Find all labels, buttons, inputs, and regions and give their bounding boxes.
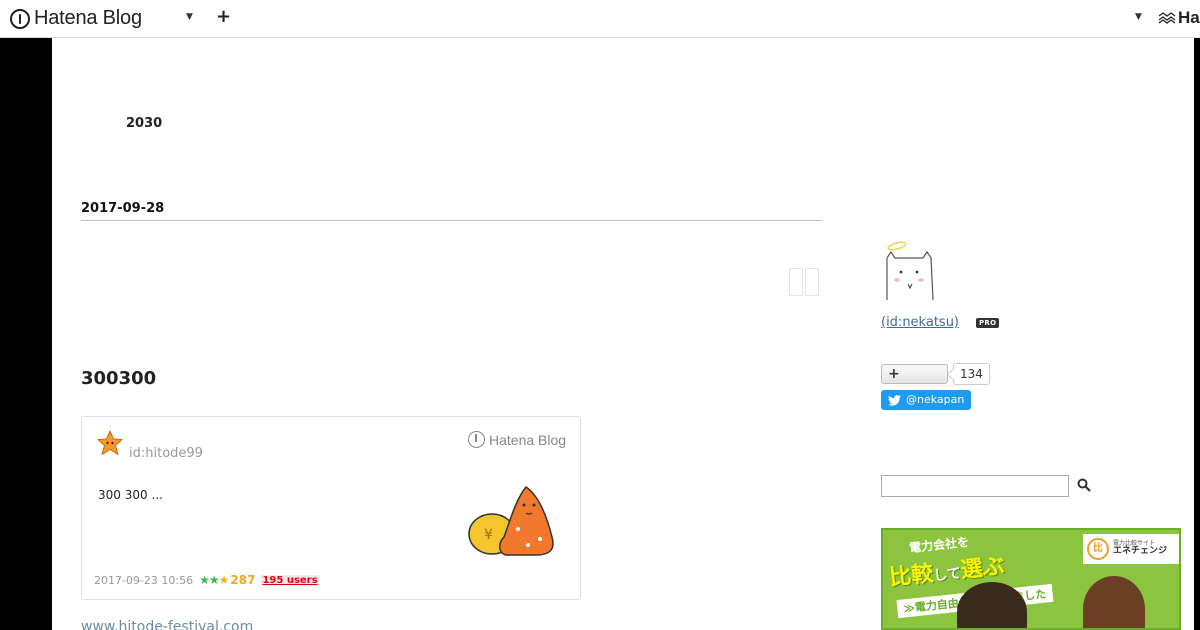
plus-icon[interactable]: +	[216, 6, 231, 27]
pro-badge: PRO	[976, 318, 1000, 328]
ad-person-image	[1083, 576, 1145, 628]
embed-hatena-brand[interactable]: Hatena Blog	[468, 431, 566, 448]
follow-button[interactable]: +	[881, 364, 948, 384]
twitter-handle: @nekapan	[906, 393, 965, 406]
embed-timestamp: 2017-09-23 10:56	[94, 573, 194, 587]
embedded-blog-card[interactable]: id:hitode99 Hatena Blog 300 300 ... ¥ 20…	[81, 416, 581, 600]
layers-icon	[1158, 12, 1176, 24]
hatena-blog-logo[interactable]: Hatena Blog	[10, 7, 142, 30]
menu-chevron-down-icon[interactable]: ▼	[186, 12, 193, 22]
star-icons[interactable]: ★★★	[199, 573, 229, 587]
share-placeholder	[789, 268, 819, 296]
hatena-menu-label: Ha	[1178, 8, 1200, 27]
brand-name: Hatena Blog	[34, 7, 142, 29]
star-count[interactable]: 287	[230, 573, 255, 587]
hitode-money-bag-illustration: ¥	[468, 486, 554, 556]
blog-title[interactable]: 2030	[126, 116, 162, 131]
entry-title[interactable]: 300300	[81, 368, 156, 389]
ad-logo-name: エネチェンジ	[1113, 546, 1168, 557]
embed-excerpt: 300 300 ...	[98, 488, 163, 502]
twitter-follow-button[interactable]: @nekapan	[881, 390, 972, 410]
profile-id-link[interactable]: (id:nekatsu)	[881, 315, 959, 330]
follower-count: 134	[953, 363, 990, 385]
enechange-logo-icon: 比	[1087, 538, 1109, 560]
ad-logo: 比 電力比較サイト エネチェンジ	[1083, 534, 1179, 564]
search-input[interactable]	[881, 475, 1069, 497]
search-button[interactable]	[1076, 478, 1092, 494]
user-menu-chevron-down-icon[interactable]: ▼	[1135, 12, 1142, 22]
svg-text:¥: ¥	[484, 527, 493, 543]
plus-icon: +	[888, 366, 900, 382]
embed-footer: 2017-09-23 10:56 ★★★ 287 195 users	[94, 573, 319, 587]
source-link[interactable]: www.hitode-festival.com	[81, 619, 253, 630]
profile-avatar-icon[interactable]	[881, 238, 939, 302]
global-header: Hatena Blog ▼ + ▼ Ha	[0, 0, 1200, 38]
starfish-avatar-icon	[97, 430, 123, 455]
embed-brand-name: Hatena Blog	[489, 431, 567, 448]
search-icon	[1077, 478, 1091, 492]
blog-page: 2030 2017-09-28 300300 id:hitode99 Haten…	[52, 38, 1194, 630]
hatena-logo-icon	[468, 431, 485, 448]
hatena-logo-icon	[10, 8, 30, 29]
entry-date[interactable]: 2017-09-28	[81, 201, 164, 216]
bookmark-users-badge[interactable]: 195 users	[261, 574, 319, 586]
ad-banner[interactable]: 電力会社を 比較して選ぶ ≫電力自由化が始まりました 比 電力比較サイト エネチ…	[881, 528, 1181, 630]
embed-author-id[interactable]: id:hitode99	[129, 446, 203, 461]
hatena-menu[interactable]: Ha	[1158, 8, 1200, 28]
twitter-bird-icon	[888, 394, 901, 406]
date-divider	[81, 220, 822, 221]
